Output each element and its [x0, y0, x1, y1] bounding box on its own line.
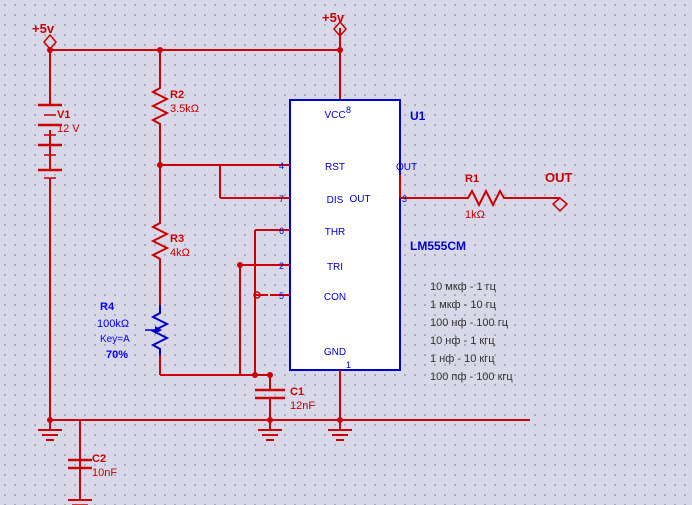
- svg-text:2: 2: [279, 261, 284, 271]
- svg-text:OUT: OUT: [349, 194, 370, 205]
- c1-value: 12nF: [290, 400, 315, 412]
- svg-text:OUT: OUT: [396, 162, 417, 173]
- note-3: 100 нф - 100 гц: [430, 317, 509, 329]
- r4-percent: 70%: [106, 349, 128, 361]
- svg-text:4: 4: [279, 161, 284, 171]
- svg-text:1: 1: [346, 360, 351, 370]
- out-label: OUT: [545, 170, 573, 185]
- r2-value: 3.5kΩ: [170, 103, 199, 115]
- svg-text:TRI: TRI: [327, 262, 343, 273]
- note-1: 10 мкф - 1 гц: [430, 281, 497, 293]
- r3-label: R3: [170, 233, 184, 245]
- note-5: 1 нф - 10 кгц: [430, 353, 495, 365]
- r3-value: 4kΩ: [170, 247, 190, 259]
- svg-text:DIS: DIS: [327, 195, 344, 206]
- note-4: 10 нф - 1 кгц: [430, 335, 495, 347]
- v1-value: 12 V: [57, 123, 80, 135]
- r4-key: Key=A: [100, 334, 130, 345]
- svg-text:GND: GND: [324, 347, 346, 358]
- note-6: 100 пф - 100 кгц: [430, 371, 513, 383]
- svg-text:3: 3: [402, 194, 407, 204]
- svg-text:RST: RST: [325, 162, 345, 173]
- svg-text:7: 7: [279, 194, 284, 204]
- note-2: 1 мкф - 10 гц: [430, 299, 497, 311]
- v1-label: V1: [57, 109, 70, 121]
- svg-text:8: 8: [346, 105, 351, 115]
- r1-value: 1kΩ: [465, 209, 485, 221]
- svg-text:CON: CON: [324, 292, 346, 303]
- r2-label: R2: [170, 89, 184, 101]
- r4-label: R4: [100, 301, 115, 313]
- r4-value: 100kΩ: [97, 318, 129, 330]
- svg-text:5: 5: [279, 291, 284, 301]
- c2-label: C2: [92, 453, 106, 465]
- r1-label: R1: [465, 173, 479, 185]
- svg-text:6: 6: [279, 226, 284, 236]
- svg-text:THR: THR: [325, 227, 346, 238]
- supply-label-right: +5v: [322, 10, 345, 25]
- c1-label: C1: [290, 386, 304, 398]
- chip-model: LM555CM: [410, 239, 466, 253]
- supply-label-left: +5v: [32, 21, 55, 36]
- u1-label: U1: [410, 109, 426, 123]
- c2-value: 10nF: [92, 467, 117, 479]
- svg-text:VCC: VCC: [324, 110, 345, 121]
